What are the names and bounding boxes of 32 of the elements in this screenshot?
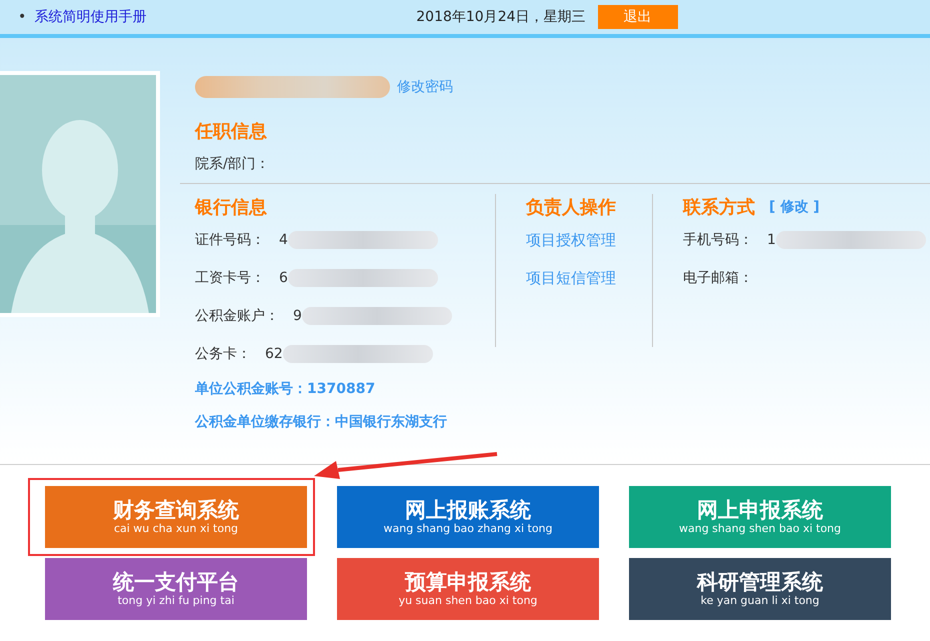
field-label: 证件号码： (195, 230, 265, 250)
bullet-icon: • (18, 6, 26, 28)
section-title: 联系方式 (683, 196, 755, 220)
manual-link[interactable]: 系统简明使用手册 (34, 6, 146, 28)
manage-link[interactable]: 项目授权管理 (526, 228, 616, 252)
field-label: 公务卡： (195, 344, 251, 364)
account-link[interactable]: 公积金单位缴存银行：中国银行东湖支行 (195, 412, 447, 433)
field-label: 工资卡号： (195, 268, 265, 288)
logout-button[interactable]: 退出 (598, 5, 678, 29)
system-button[interactable]: 网上报账系统 wang shang bao zhang xi tong (337, 486, 599, 548)
field-value: 1 (767, 230, 776, 250)
field-value: 6 (279, 268, 288, 288)
field-value: 4 (279, 230, 288, 250)
section-title: 负责人操作 (526, 196, 617, 220)
field-label: 院系/部门： (195, 154, 270, 174)
field-label: 电子邮箱： (683, 268, 753, 288)
field-label: 手机号码： (683, 230, 753, 250)
account-link[interactable]: 单位公积金账号：1370887 (195, 379, 376, 400)
date-text: 2018年10月24日，星期三 (416, 8, 586, 26)
section-title: 任职信息 (195, 120, 268, 144)
system-button[interactable]: 财务查询系统 cai wu cha xun xi tong (45, 486, 307, 548)
manage-link[interactable]: 项目短信管理 (526, 266, 616, 290)
system-button[interactable]: 科研管理系统 ke yan guan li xi tong (629, 558, 891, 620)
field-label: 公积金账户： (195, 306, 279, 326)
system-button[interactable]: 网上申报系统 wang shang shen bao xi tong (629, 486, 891, 548)
field-value: 62 (265, 344, 283, 364)
system-button[interactable]: 统一支付平台 tong yi zhi fu ping tai (45, 558, 307, 620)
field-value: 9 (293, 306, 302, 326)
change-password-link[interactable]: 修改密码 (397, 76, 453, 98)
edit-link[interactable]: [ 修改 ] (769, 197, 820, 218)
section-title: 银行信息 (195, 196, 268, 220)
system-button[interactable]: 预算申报系统 yu suan shen bao xi tong (337, 558, 599, 620)
